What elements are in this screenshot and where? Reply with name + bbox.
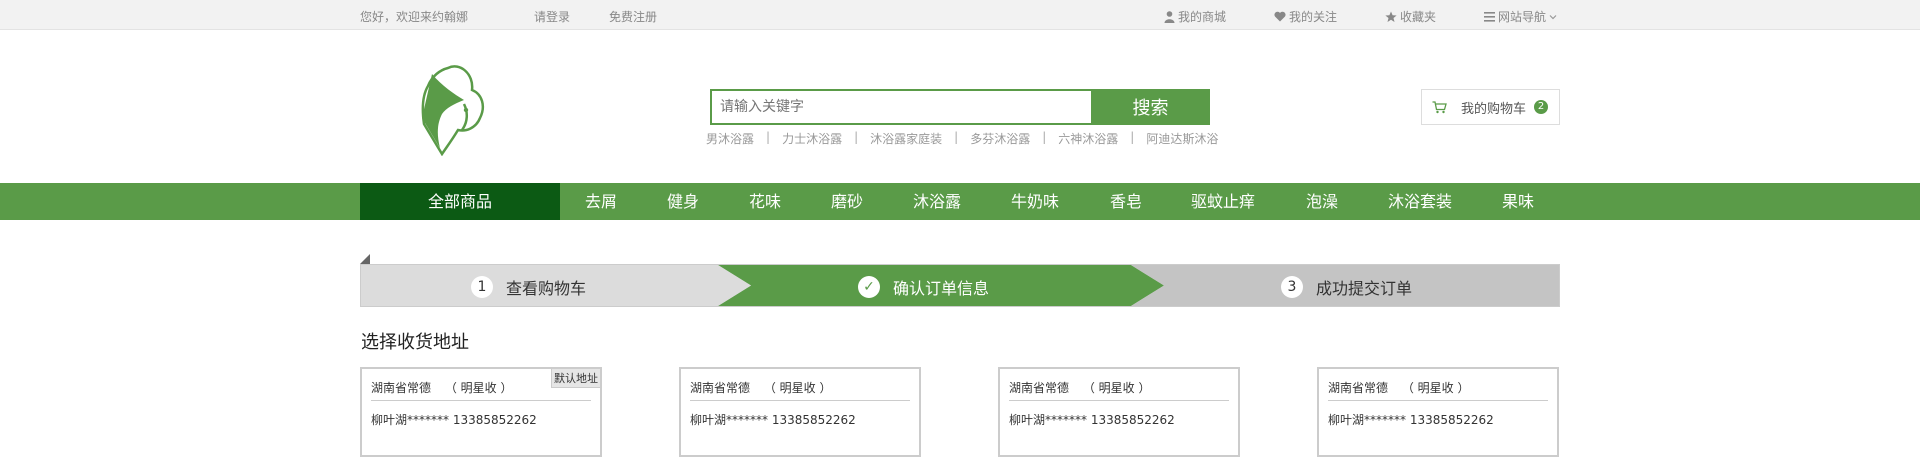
divider [371, 400, 591, 401]
address-header: 湖南省常德 （ 明星收 ） [690, 379, 831, 396]
address-detail: 柳叶湖******* 13385852262 [1328, 413, 1494, 427]
recipient-name: （ 明星收 ） [763, 381, 832, 395]
step-label: 查看购物车 [506, 278, 587, 298]
address-region: 湖南省常德 [371, 381, 432, 395]
address-section-title: 选择收货地址 [361, 332, 469, 353]
order-steps: 1 查看购物车 ✓ 确认订单信息 3 成功提交订单 [360, 264, 1560, 307]
divider [690, 400, 910, 401]
address-detail: 柳叶湖******* 13385852262 [1009, 413, 1175, 427]
divider [1328, 400, 1548, 401]
address-card[interactable]: 默认地址 湖南省常德 （ 明星收 ） 柳叶湖******* 1338585226… [360, 367, 602, 457]
step-submit-order: 3 成功提交订单 [1281, 265, 1412, 308]
step-view-cart: 1 查看购物车 [471, 265, 586, 308]
step-label: 成功提交订单 [1316, 278, 1413, 298]
recipient-name: （ 明星收 ） [444, 381, 513, 395]
check-icon: ✓ [858, 275, 880, 298]
address-card[interactable]: 湖南省常德 （ 明星收 ） 柳叶湖******* 13385852262 [1317, 367, 1559, 457]
address-region: 湖南省常德 [690, 381, 751, 395]
address-region: 湖南省常德 [1009, 381, 1070, 395]
recipient-name: （ 明星收 ） [1401, 381, 1470, 395]
corner-marker [360, 254, 370, 264]
default-address-badge: 默认地址 [551, 369, 600, 388]
step-label: 确认订单信息 [893, 278, 990, 298]
step-confirm-order: ✓ 确认订单信息 [858, 265, 989, 308]
address-detail: 柳叶湖******* 13385852262 [371, 413, 537, 427]
divider [1009, 400, 1229, 401]
step-number: 3 [1281, 275, 1303, 298]
step-number: 1 [471, 275, 493, 298]
address-card[interactable]: 湖南省常德 （ 明星收 ） 柳叶湖******* 13385852262 [679, 367, 921, 457]
recipient-name: （ 明星收 ） [1082, 381, 1151, 395]
address-header: 湖南省常德 （ 明星收 ） [371, 379, 512, 396]
address-card[interactable]: 湖南省常德 （ 明星收 ） 柳叶湖******* 13385852262 [998, 367, 1240, 457]
address-region: 湖南省常德 [1328, 381, 1389, 395]
address-header: 湖南省常德 （ 明星收 ） [1009, 379, 1150, 396]
address-detail: 柳叶湖******* 13385852262 [690, 413, 856, 427]
address-header: 湖南省常德 （ 明星收 ） [1328, 379, 1469, 396]
